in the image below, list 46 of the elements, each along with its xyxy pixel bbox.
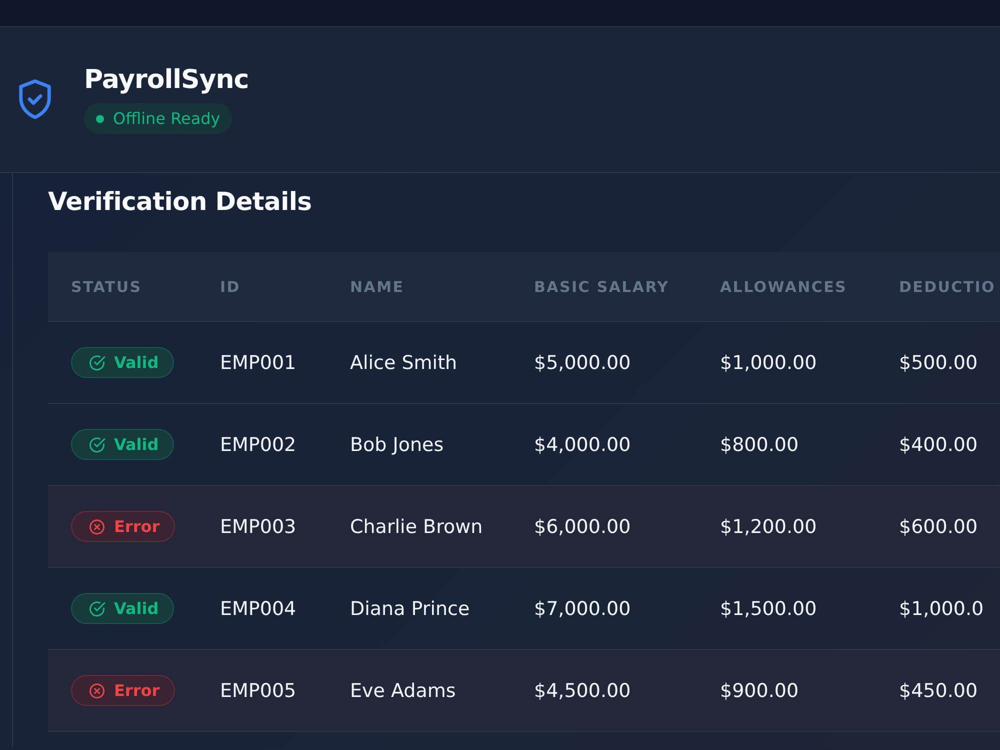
id-cell-text: EMP004 (220, 598, 298, 620)
allowances-cell-text: $1,200.00 (720, 516, 818, 538)
name-cell-text: Charlie Brown (350, 516, 484, 538)
x-circle-icon (88, 682, 106, 700)
allowances-cell-text: $800.00 (720, 434, 800, 456)
allowances-header: ALLOWANCES (720, 278, 848, 296)
allowances-cell-text: $1,500.00 (720, 598, 818, 620)
id-cell-text: EMP002 (220, 434, 298, 456)
shield-check-icon (16, 78, 54, 122)
status-badge: Offline Ready (84, 103, 232, 134)
name-cell-text: Diana Prince (350, 598, 471, 620)
check-circle-icon (88, 600, 106, 618)
section-title: Verification Details (48, 187, 313, 216)
id-cell-text: EMP003 (220, 516, 298, 538)
check-circle-icon (88, 436, 106, 454)
basic-salary-cell-text: $4,000.00 (534, 434, 632, 456)
x-circle-icon (88, 518, 106, 536)
name-cell-text: Eve Adams (350, 680, 457, 702)
check-circle-icon (88, 354, 106, 372)
status-badge: Valid (71, 593, 174, 624)
basic-salary-cell-text: $7,000.00 (534, 598, 632, 620)
id-header: ID (220, 278, 242, 296)
basic-salary-header: BASIC SALARY (534, 278, 670, 296)
deductions-header: DEDUCTIO (899, 278, 997, 296)
status-badge: Valid (71, 347, 174, 378)
allowances-cell-text: $1,000.00 (720, 352, 818, 374)
basic-salary-cell-text: $4,500.00 (534, 680, 632, 702)
status-badge: Valid (71, 429, 174, 460)
status-dot-icon (96, 114, 104, 122)
deductions-cell-text: $400.00 (899, 434, 979, 456)
deductions-cell-text: $500.00 (899, 352, 979, 374)
id-cell-text: EMP005 (220, 680, 298, 702)
status-badge: Error (71, 511, 175, 542)
deductions-cell-text: $600.00 (899, 516, 979, 538)
name-cell-text: Alice Smith (350, 352, 458, 374)
deductions-cell-text: $1,000.0 (899, 598, 985, 620)
basic-salary-cell-text: $6,000.00 (534, 516, 632, 538)
name-header: NAME (350, 278, 406, 296)
status-header: STATUS (70, 278, 143, 296)
allowances-cell-text: $900.00 (720, 680, 800, 702)
name-cell-text: Bob Jones (350, 434, 445, 456)
deductions-cell-text: $450.00 (899, 680, 979, 702)
basic-salary-cell-text: $5,000.00 (534, 352, 632, 374)
app-title: PayrollSync (84, 65, 249, 95)
id-cell-text: EMP001 (220, 352, 298, 374)
status-badge: Error (71, 675, 175, 706)
